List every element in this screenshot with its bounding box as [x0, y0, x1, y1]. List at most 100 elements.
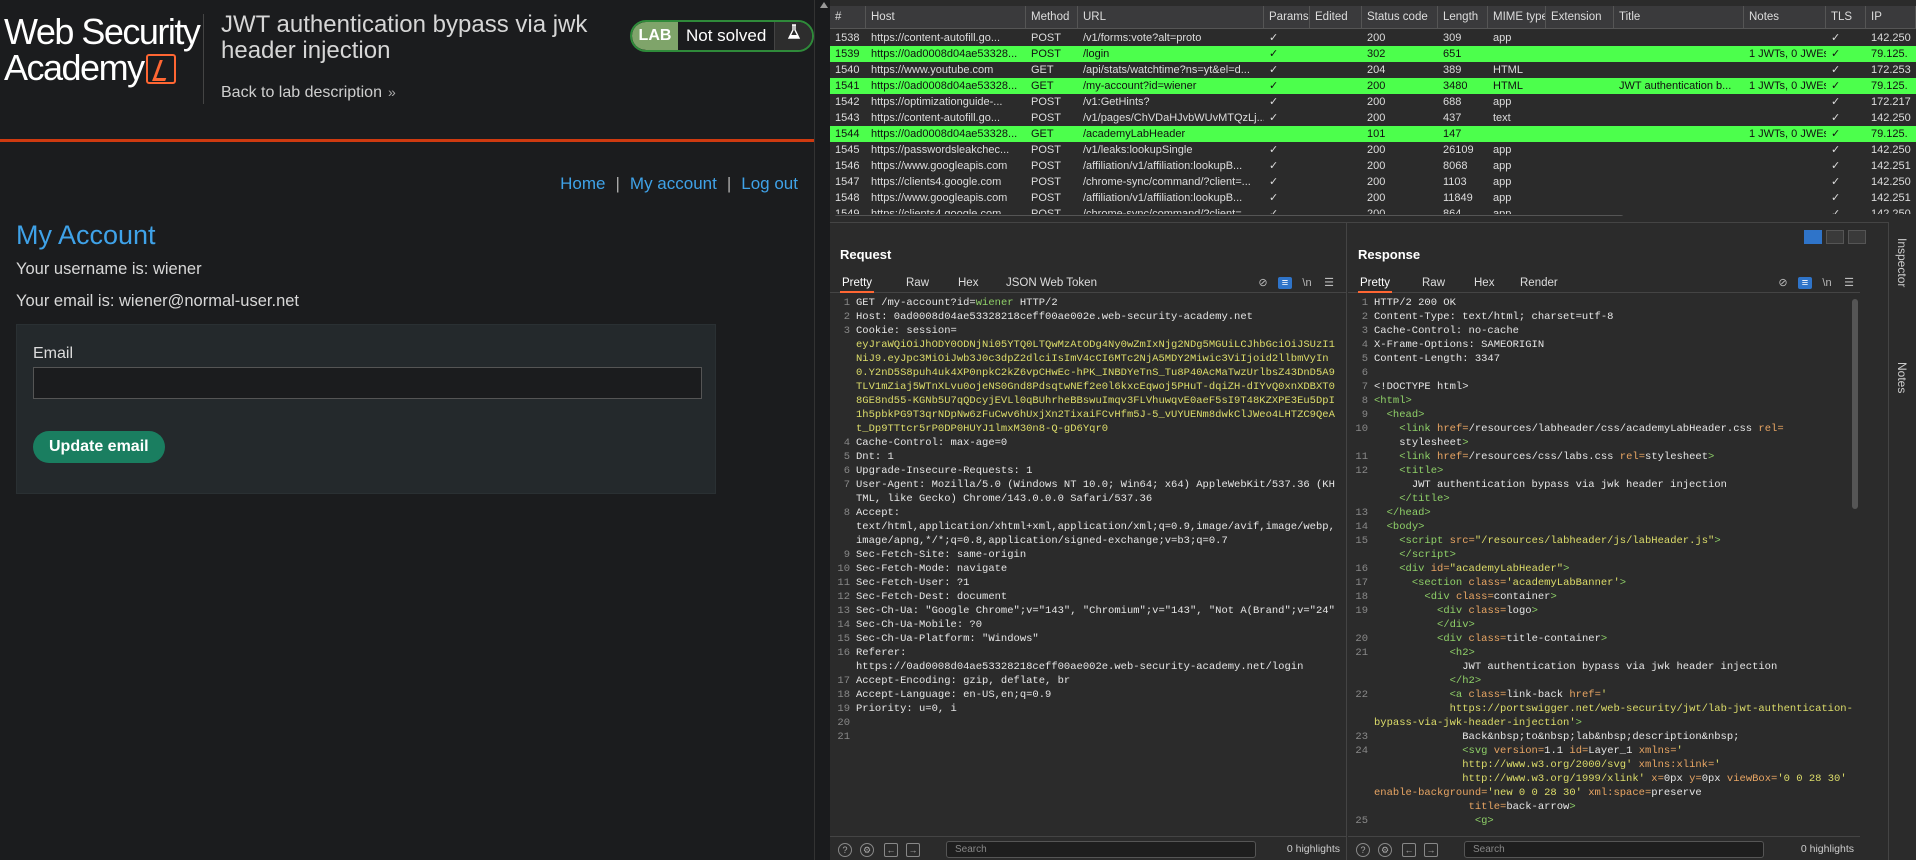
pretty-format-icon[interactable]: ≡: [1798, 277, 1812, 289]
response-body[interactable]: 1 HTTP/2 200 OK 2 Content-Type: text/html; …: [1348, 296, 1860, 826]
column-header[interactable]: Length: [1438, 6, 1488, 29]
split-horizontal-icon[interactable]: [1804, 230, 1822, 244]
cell-n: 1540: [835, 64, 860, 76]
forward-arrow-icon[interactable]: →: [906, 843, 920, 857]
cell-mime: HTML: [1493, 64, 1523, 76]
request-body[interactable]: 1 GET /my-account?id=wiener HTTP/2 2 Host: …: [830, 296, 1346, 826]
line-number: 2: [843, 311, 850, 323]
cell-mime: app: [1493, 144, 1512, 156]
settings-gear-icon[interactable]: ⚙: [1378, 843, 1392, 857]
table-row[interactable]: 1543 https://content-autofill.go... POST/v…: [830, 110, 1916, 126]
table-row[interactable]: 1538 https://content-autofill.go... POST/v…: [830, 30, 1916, 46]
cell-host: https://clients4.google.com: [871, 176, 1002, 188]
cell-n: 1539: [835, 48, 860, 60]
cell-edited: [1310, 190, 1362, 206]
table-row[interactable]: 1548 https://www.googleapis.com POST/affil…: [830, 190, 1916, 206]
column-header[interactable]: Method: [1026, 6, 1078, 29]
cell-method: GET: [1031, 64, 1054, 76]
help-icon[interactable]: ?: [838, 843, 852, 857]
request-search-input[interactable]: Search: [946, 841, 1256, 858]
response-view-options: ⊘ ≡ \n ☰: [1348, 273, 1860, 293]
newline-toggle-icon[interactable]: \n: [1820, 277, 1834, 289]
table-row[interactable]: 1544 https://0ad0008d04ae53328... GET/acad…: [830, 126, 1916, 142]
cell-title: [1614, 190, 1744, 206]
table-row[interactable]: 1546 https://www.googleapis.com POST/affil…: [830, 158, 1916, 174]
logo-line-1: Web Security: [4, 11, 201, 52]
vertical-scrollbar[interactable]: [1852, 299, 1858, 509]
table-row[interactable]: 1542 https://optimizationguide-... POST/v1…: [830, 94, 1916, 110]
nav-logout-link[interactable]: Log out: [741, 174, 798, 193]
inspector-tab[interactable]: Inspector: [1895, 238, 1909, 287]
cell-ext: [1546, 30, 1614, 46]
pane-splitter[interactable]: [814, 0, 830, 860]
column-header[interactable]: URL: [1078, 6, 1264, 29]
column-header[interactable]: Status code: [1362, 6, 1438, 29]
cell-notes: [1744, 142, 1826, 158]
code-line: <div id="academyLabHeader">: [1399, 563, 1570, 575]
column-header[interactable]: MIME type: [1488, 6, 1546, 29]
update-email-button[interactable]: Update email: [33, 431, 165, 463]
table-header: # Host Method URL Params Edited Status code Len…: [830, 6, 1916, 29]
back-to-lab-description-link[interactable]: Back to lab description »: [221, 84, 396, 102]
line-number: 1: [843, 297, 850, 309]
pretty-format-icon[interactable]: ≡: [1278, 277, 1292, 289]
tabs-layout-icon[interactable]: [1848, 230, 1866, 244]
nav-home-link[interactable]: Home: [560, 174, 605, 193]
split-vertical-icon[interactable]: [1826, 230, 1844, 244]
code-line: <section class='academyLabBanner'>: [1411, 577, 1627, 589]
forward-arrow-icon[interactable]: →: [1424, 843, 1438, 857]
nav-separator: |: [615, 174, 620, 193]
back-arrow-icon[interactable]: ←: [884, 843, 898, 857]
column-header[interactable]: IP: [1866, 6, 1916, 29]
back-arrow-icon[interactable]: ←: [1402, 843, 1416, 857]
column-header[interactable]: Host: [866, 6, 1026, 29]
email-label: Email: [33, 345, 74, 362]
response-search-input[interactable]: Search: [1464, 841, 1764, 858]
cell-edited: [1310, 110, 1362, 126]
table-row[interactable]: 1540 https://www.youtube.com GET/api/stats…: [830, 62, 1916, 78]
table-row[interactable]: 1541 https://0ad0008d04ae53328... GET/my-a…: [830, 78, 1916, 94]
cell-url: /v1/forms:vote?alt=proto: [1083, 32, 1202, 44]
nav-my-account-link[interactable]: My account: [630, 174, 717, 193]
cell-ext: [1546, 94, 1614, 110]
line-number: 8: [1361, 395, 1368, 407]
email-input[interactable]: [33, 367, 702, 399]
cell-edited: [1310, 94, 1362, 110]
cell-params: ✓: [1269, 192, 1279, 204]
newline-toggle-icon[interactable]: \n: [1300, 277, 1314, 289]
line-number: 3: [1361, 325, 1368, 337]
table-row[interactable]: 1545 https://passwordsleakchec... POST/v1/…: [830, 142, 1916, 158]
column-header[interactable]: TLS: [1826, 6, 1866, 29]
scroll-up-arrow-icon[interactable]: [820, 2, 828, 8]
hide-nonprintable-icon[interactable]: ⊘: [1256, 277, 1270, 289]
scrollbar-thumb[interactable]: [834, 215, 1624, 216]
column-header[interactable]: Params: [1264, 6, 1310, 29]
column-header[interactable]: Notes: [1744, 6, 1826, 29]
response-pane: Response Pretty Raw Hex Render ⊘ ≡ \n ☰ 1 HT…: [1348, 223, 1860, 860]
column-header[interactable]: Edited: [1310, 6, 1362, 29]
cell-ip: 79.125.: [1871, 48, 1908, 60]
web-security-academy-logo[interactable]: Web Security Academy: [4, 11, 201, 86]
table-row[interactable]: 1539 https://0ad0008d04ae53328... POST/log…: [830, 46, 1916, 62]
cell-method: POST: [1031, 32, 1061, 44]
horizontal-scrollbar[interactable]: [830, 214, 1916, 216]
line-number: 19: [1355, 605, 1368, 617]
column-header[interactable]: #: [830, 6, 866, 29]
cell-length: 3480: [1443, 80, 1468, 92]
column-header[interactable]: Extension: [1546, 6, 1614, 29]
code-line: Sec-Ch-Ua-Platform: "Windows": [856, 633, 1039, 645]
cell-method: POST: [1031, 112, 1061, 124]
column-header[interactable]: Title: [1614, 6, 1744, 29]
cell-host: https://0ad0008d04ae53328...: [871, 80, 1018, 92]
line-number: 16: [837, 647, 850, 659]
settings-gear-icon[interactable]: ⚙: [860, 843, 874, 857]
cell-url: /v1/leaks:lookupSingle: [1083, 144, 1193, 156]
notes-tab[interactable]: Notes: [1895, 362, 1909, 393]
hide-nonprintable-icon[interactable]: ⊘: [1776, 277, 1790, 289]
line-number: 10: [1355, 423, 1368, 435]
menu-icon[interactable]: ☰: [1322, 277, 1336, 289]
cell-status: 302: [1367, 48, 1386, 60]
help-icon[interactable]: ?: [1356, 843, 1370, 857]
menu-icon[interactable]: ☰: [1842, 277, 1856, 289]
table-row[interactable]: 1547 https://clients4.google.com POST/chro…: [830, 174, 1916, 190]
